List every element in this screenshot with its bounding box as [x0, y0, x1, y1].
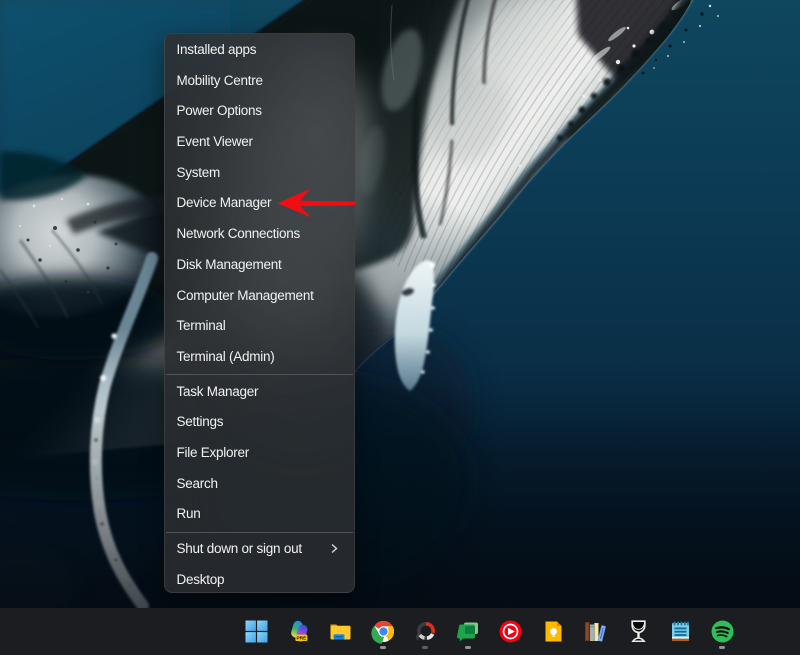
- svg-text:PRE: PRE: [296, 636, 307, 642]
